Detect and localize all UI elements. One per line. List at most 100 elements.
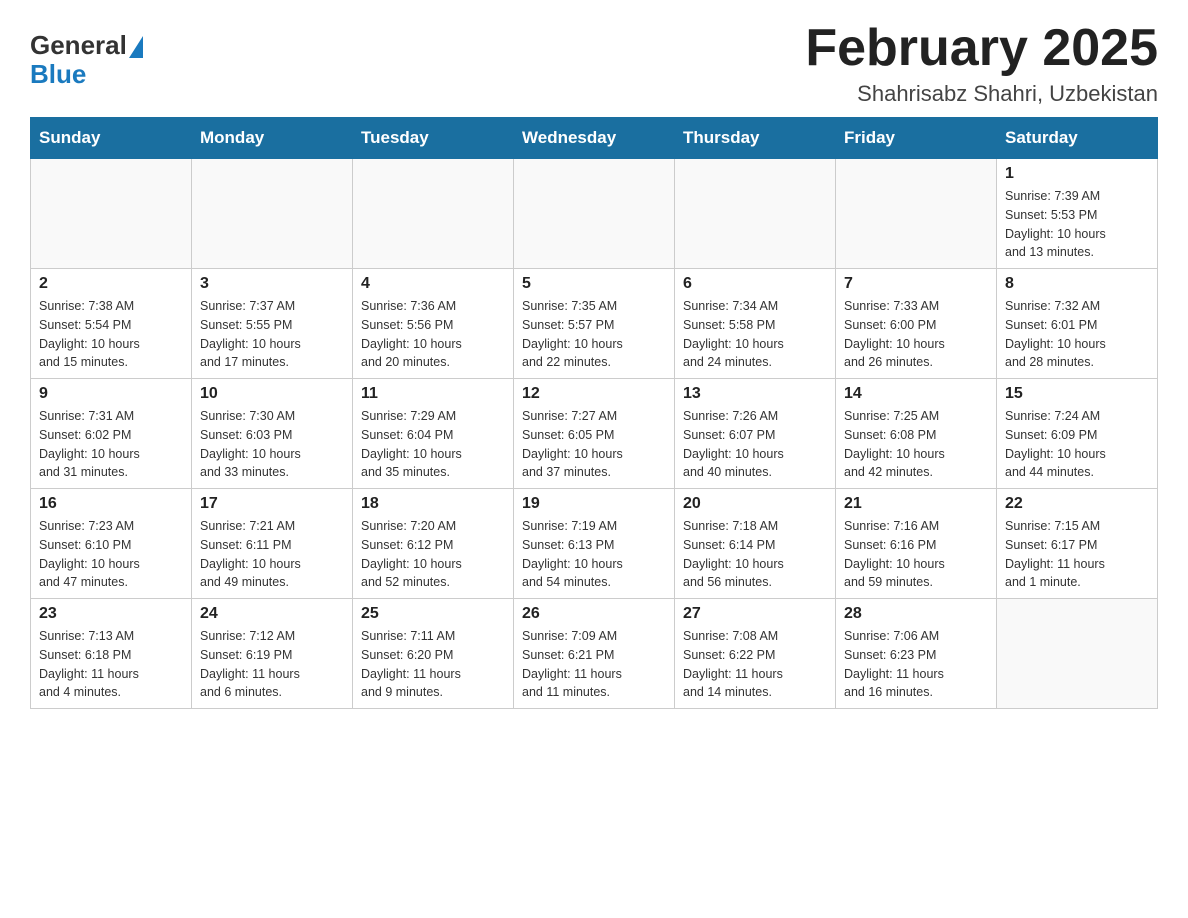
day-number: 25 [361, 605, 505, 623]
day-number: 15 [1005, 385, 1149, 403]
calendar-cell: 21 Sunrise: 7:16 AMSunset: 6:16 PMDayligh… [836, 489, 997, 599]
calendar-cell: 22Sunrise: 7:15 AMSunset: 6:17 PMDayligh… [997, 489, 1158, 599]
day-number: 12 [522, 385, 666, 403]
week-row-5: 23 Sunrise: 7:13 AMSunset: 6:18 PMDayligh… [31, 599, 1158, 709]
day-info: Sunrise: 7:08 AMSunset: 6:22 PMDaylight:… [683, 627, 827, 702]
calendar-cell: 8 Sunrise: 7:32 AMSunset: 6:01 PMDaylight… [997, 269, 1158, 379]
calendar-cell: 28Sunrise: 7:06 AMSunset: 6:23 PMDayligh… [836, 599, 997, 709]
day-info: Sunrise: 7:26 AMSunset: 6:07 PMDaylight:… [683, 407, 827, 482]
day-info: Sunrise: 7:38 AMSunset: 5:54 PMDaylight:… [39, 297, 183, 372]
location-subtitle: Shahrisabz Shahri, Uzbekistan [805, 81, 1158, 107]
calendar-cell: 24Sunrise: 7:12 AMSunset: 6:19 PMDayligh… [192, 599, 353, 709]
day-number: 20 [683, 495, 827, 513]
day-number: 8 [1005, 275, 1149, 293]
calendar-cell: 17 Sunrise: 7:21 AMSunset: 6:11 PMDayligh… [192, 489, 353, 599]
logo-triangle-icon [129, 36, 143, 58]
calendar-cell: 10 Sunrise: 7:30 AMSunset: 6:03 PMDayligh… [192, 379, 353, 489]
calendar-cell: 6 Sunrise: 7:34 AMSunset: 5:58 PMDaylight… [675, 269, 836, 379]
day-info: Sunrise: 7:19 AMSunset: 6:13 PMDaylight:… [522, 517, 666, 592]
calendar-cell: 1Sunrise: 7:39 AMSunset: 5:53 PMDaylight… [997, 159, 1158, 269]
day-number: 16 [39, 495, 183, 513]
day-number: 5 [522, 275, 666, 293]
day-number: 10 [200, 385, 344, 403]
day-number: 28 [844, 605, 988, 623]
day-info: Sunrise: 7:30 AMSunset: 6:03 PMDaylight:… [200, 407, 344, 482]
calendar-cell: 12Sunrise: 7:27 AMSunset: 6:05 PMDayligh… [514, 379, 675, 489]
day-info: Sunrise: 7:32 AMSunset: 6:01 PMDaylight:… [1005, 297, 1149, 372]
week-row-4: 16 Sunrise: 7:23 AMSunset: 6:10 PMDayligh… [31, 489, 1158, 599]
day-number: 13 [683, 385, 827, 403]
day-number: 11 [361, 385, 505, 403]
day-number: 17 [200, 495, 344, 513]
calendar-cell: 16 Sunrise: 7:23 AMSunset: 6:10 PMDayligh… [31, 489, 192, 599]
day-info: Sunrise: 7:11 AMSunset: 6:20 PMDaylight:… [361, 627, 505, 702]
day-number: 9 [39, 385, 183, 403]
day-number: 26 [522, 605, 666, 623]
calendar-cell [514, 159, 675, 269]
day-of-week-wednesday: Wednesday [514, 118, 675, 159]
week-row-1: 1Sunrise: 7:39 AMSunset: 5:53 PMDaylight… [31, 159, 1158, 269]
day-of-week-monday: Monday [192, 118, 353, 159]
day-info: Sunrise: 7:21 AMSunset: 6:11 PMDaylight:… [200, 517, 344, 592]
calendar-cell [31, 159, 192, 269]
day-info: Sunrise: 7:16 AMSunset: 6:16 PMDaylight:… [844, 517, 988, 592]
week-row-2: 2 Sunrise: 7:38 AMSunset: 5:54 PMDaylight… [31, 269, 1158, 379]
day-of-week-sunday: Sunday [31, 118, 192, 159]
day-info: Sunrise: 7:13 AMSunset: 6:18 PMDaylight:… [39, 627, 183, 702]
day-info: Sunrise: 7:09 AMSunset: 6:21 PMDaylight:… [522, 627, 666, 702]
days-of-week-row: SundayMondayTuesdayWednesdayThursdayFrid… [31, 118, 1158, 159]
month-title: February 2025 [805, 20, 1158, 77]
day-number: 7 [844, 275, 988, 293]
page-header: General Blue February 2025 Shahrisabz Sh… [30, 20, 1158, 107]
day-of-week-friday: Friday [836, 118, 997, 159]
day-number: 23 [39, 605, 183, 623]
calendar-cell: 14Sunrise: 7:25 AMSunset: 6:08 PMDayligh… [836, 379, 997, 489]
calendar-cell: 3 Sunrise: 7:37 AMSunset: 5:55 PMDaylight… [192, 269, 353, 379]
calendar-cell: 11 Sunrise: 7:29 AMSunset: 6:04 PMDayligh… [353, 379, 514, 489]
day-info: Sunrise: 7:24 AMSunset: 6:09 PMDaylight:… [1005, 407, 1149, 482]
day-of-week-saturday: Saturday [997, 118, 1158, 159]
calendar-cell: 18 Sunrise: 7:20 AMSunset: 6:12 PMDayligh… [353, 489, 514, 599]
calendar-cell: 26 Sunrise: 7:09 AMSunset: 6:21 PMDayligh… [514, 599, 675, 709]
day-info: Sunrise: 7:20 AMSunset: 6:12 PMDaylight:… [361, 517, 505, 592]
calendar-cell [997, 599, 1158, 709]
logo-general-text: General [30, 30, 127, 61]
day-number: 18 [361, 495, 505, 513]
calendar-cell: 2 Sunrise: 7:38 AMSunset: 5:54 PMDaylight… [31, 269, 192, 379]
day-info: Sunrise: 7:36 AMSunset: 5:56 PMDaylight:… [361, 297, 505, 372]
day-info: Sunrise: 7:23 AMSunset: 6:10 PMDaylight:… [39, 517, 183, 592]
week-row-3: 9Sunrise: 7:31 AMSunset: 6:02 PMDaylight… [31, 379, 1158, 489]
day-number: 1 [1005, 165, 1149, 183]
calendar-cell: 7 Sunrise: 7:33 AMSunset: 6:00 PMDaylight… [836, 269, 997, 379]
day-info: Sunrise: 7:37 AMSunset: 5:55 PMDaylight:… [200, 297, 344, 372]
logo-blue-text: Blue [30, 59, 86, 90]
title-block: February 2025 Shahrisabz Shahri, Uzbekis… [805, 20, 1158, 107]
day-info: Sunrise: 7:15 AMSunset: 6:17 PMDaylight:… [1005, 517, 1149, 592]
calendar-cell [353, 159, 514, 269]
calendar-cell: 15 Sunrise: 7:24 AMSunset: 6:09 PMDayligh… [997, 379, 1158, 489]
day-number: 4 [361, 275, 505, 293]
day-of-week-thursday: Thursday [675, 118, 836, 159]
calendar-cell: 27 Sunrise: 7:08 AMSunset: 6:22 PMDayligh… [675, 599, 836, 709]
calendar-body: 1Sunrise: 7:39 AMSunset: 5:53 PMDaylight… [31, 159, 1158, 709]
day-info: Sunrise: 7:12 AMSunset: 6:19 PMDaylight:… [200, 627, 344, 702]
day-info: Sunrise: 7:35 AMSunset: 5:57 PMDaylight:… [522, 297, 666, 372]
day-number: 2 [39, 275, 183, 293]
day-of-week-tuesday: Tuesday [353, 118, 514, 159]
day-number: 21 [844, 495, 988, 513]
calendar-cell: 5 Sunrise: 7:35 AMSunset: 5:57 PMDaylight… [514, 269, 675, 379]
day-info: Sunrise: 7:29 AMSunset: 6:04 PMDaylight:… [361, 407, 505, 482]
calendar-cell: 19 Sunrise: 7:19 AMSunset: 6:13 PMDayligh… [514, 489, 675, 599]
calendar-cell: 13 Sunrise: 7:26 AMSunset: 6:07 PMDayligh… [675, 379, 836, 489]
day-number: 27 [683, 605, 827, 623]
day-info: Sunrise: 7:33 AMSunset: 6:00 PMDaylight:… [844, 297, 988, 372]
calendar-table: SundayMondayTuesdayWednesdayThursdayFrid… [30, 117, 1158, 709]
day-number: 6 [683, 275, 827, 293]
day-number: 3 [200, 275, 344, 293]
calendar-cell: 25 Sunrise: 7:11 AMSunset: 6:20 PMDayligh… [353, 599, 514, 709]
day-info: Sunrise: 7:34 AMSunset: 5:58 PMDaylight:… [683, 297, 827, 372]
day-number: 19 [522, 495, 666, 513]
logo: General Blue [30, 20, 143, 90]
day-info: Sunrise: 7:18 AMSunset: 6:14 PMDaylight:… [683, 517, 827, 592]
calendar-cell: 20 Sunrise: 7:18 AMSunset: 6:14 PMDayligh… [675, 489, 836, 599]
